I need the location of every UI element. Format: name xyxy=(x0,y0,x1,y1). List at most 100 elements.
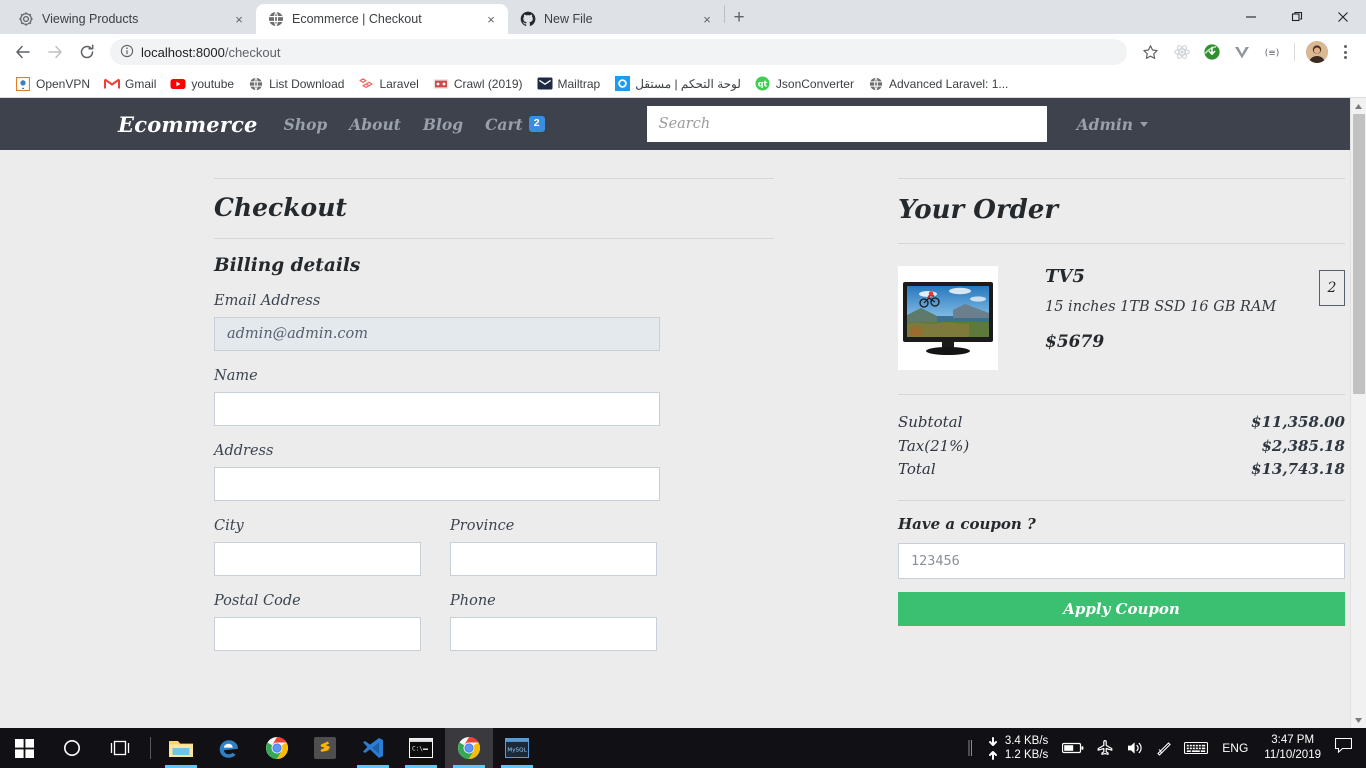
extension-icon[interactable]: (≡) xyxy=(1259,39,1285,65)
totals-row-subtotal: Subtotal $11,358.00 xyxy=(898,411,1345,435)
mysql-workbench-icon[interactable]: MySQL xyxy=(493,728,541,768)
bookmark-openvpn[interactable]: OpenVPN xyxy=(8,73,97,95)
close-icon[interactable] xyxy=(1320,0,1366,34)
city-field[interactable] xyxy=(214,542,421,576)
province-field[interactable] xyxy=(450,542,657,576)
airplane-mode-icon[interactable] xyxy=(1090,728,1120,768)
bookmark-label: لوحة التحكم | مستقل xyxy=(635,76,741,91)
browser-tab-new-file[interactable]: New File × xyxy=(508,4,724,34)
scroll-down-arrow-icon[interactable] xyxy=(1351,712,1366,728)
phone-label: Phone xyxy=(450,593,496,609)
network-speed-indicator[interactable]: 3.4 KB/s 1.2 KB/s xyxy=(979,734,1056,762)
language-indicator[interactable]: ENG xyxy=(1214,741,1256,755)
name-field[interactable] xyxy=(214,392,660,426)
minimize-icon[interactable] xyxy=(1228,0,1274,34)
nav-item-shop[interactable]: Shop xyxy=(284,115,328,134)
browser-tab-ecommerce-checkout[interactable]: Ecommerce | Checkout × xyxy=(256,4,508,34)
maximize-icon[interactable] xyxy=(1274,0,1320,34)
back-arrow-icon[interactable] xyxy=(8,37,38,67)
mailtrap-icon xyxy=(537,76,553,92)
notifications-icon[interactable] xyxy=(1329,737,1362,758)
volume-icon[interactable] xyxy=(1120,728,1150,768)
site-brand[interactable]: Ecommerce xyxy=(118,112,258,137)
scroll-up-arrow-icon[interactable] xyxy=(1351,98,1366,114)
address-bar[interactable]: localhost:8000/checkout xyxy=(110,39,1127,65)
coupon-input[interactable] xyxy=(898,542,1345,579)
tab-title: Ecommerce | Checkout xyxy=(292,12,422,26)
tab-title: New File xyxy=(544,12,593,26)
search-input[interactable] xyxy=(646,106,1047,142)
taskbar-divider xyxy=(150,737,151,759)
bookmark-crawl-2019[interactable]: Crawl (2019) xyxy=(426,73,530,95)
bookmark-youtube[interactable]: youtube xyxy=(163,73,241,95)
sublime-text-icon[interactable] xyxy=(301,728,349,768)
product-price: $5679 xyxy=(1045,332,1105,352)
reload-icon[interactable] xyxy=(72,37,102,67)
tab-close-icon[interactable]: × xyxy=(700,13,714,26)
apply-coupon-button[interactable]: Apply Coupon xyxy=(898,591,1345,626)
file-explorer-icon[interactable] xyxy=(157,728,205,768)
react-devtools-icon[interactable] xyxy=(1169,39,1195,65)
bookmark-mailtrap[interactable]: Mailtrap xyxy=(530,73,608,95)
browser-window: Viewing Products × Ecommerce | Checkout … xyxy=(0,0,1366,728)
nav-item-blog[interactable]: Blog xyxy=(423,115,463,134)
phone-field[interactable] xyxy=(450,617,657,651)
postal-code-field[interactable] xyxy=(214,617,421,651)
task-view-icon[interactable] xyxy=(96,728,144,768)
tab-close-icon[interactable]: × xyxy=(232,13,246,26)
page-info-icon[interactable] xyxy=(120,44,134,61)
google-chrome-icon[interactable] xyxy=(253,728,301,768)
cortana-search-icon[interactable] xyxy=(48,728,96,768)
bookmark-label: Advanced Laravel: 1... xyxy=(888,76,1009,91)
battery-icon[interactable] xyxy=(1056,728,1090,768)
browser-tab-viewing-products[interactable]: Viewing Products × xyxy=(6,4,256,34)
new-tab-button[interactable]: + xyxy=(725,4,753,32)
nav-item-about[interactable]: About xyxy=(349,115,401,134)
tab-close-icon[interactable]: × xyxy=(484,13,498,26)
chevron-down-icon xyxy=(1140,121,1149,127)
order-totals: Subtotal $11,358.00 Tax(21%) $2,385.18 T… xyxy=(898,395,1345,500)
province-label: Province xyxy=(450,518,515,534)
start-button[interactable] xyxy=(0,728,48,768)
star-icon[interactable] xyxy=(1135,39,1165,65)
vue-devtools-icon[interactable] xyxy=(1229,39,1255,65)
scrollbar-thumb[interactable] xyxy=(1353,114,1365,394)
url-text: localhost:8000/checkout xyxy=(141,45,281,60)
three-dot-menu-icon[interactable] xyxy=(1332,45,1358,59)
taskbar-clock[interactable]: 3:47 PM 11/10/2019 xyxy=(1256,733,1329,763)
network-arrows-icon xyxy=(987,736,999,760)
bookmark-jsonconverter[interactable]: qt JsonConverter xyxy=(748,73,861,95)
totals-value: $2,385.18 xyxy=(1261,436,1345,455)
admin-dropdown[interactable]: Admin xyxy=(1077,115,1149,134)
bookmark-mostaql[interactable]: لوحة التحكم | مستقل xyxy=(607,73,748,95)
keyboard-icon[interactable] xyxy=(1178,728,1214,768)
bookmark-gmail[interactable]: Gmail xyxy=(97,73,163,95)
idm-icon[interactable] xyxy=(1199,39,1225,65)
totals-row-total: Total $13,743.18 xyxy=(898,458,1345,482)
bookmark-laravel[interactable]: Laravel xyxy=(351,73,425,95)
command-prompt-icon[interactable]: C:\ xyxy=(397,728,445,768)
mostaql-icon xyxy=(614,76,630,92)
page-scrollbar[interactable] xyxy=(1350,98,1366,728)
email-field-group: Email Address xyxy=(214,293,774,351)
city-label: City xyxy=(214,518,244,534)
order-item-info: TV5 15 inches 1TB SSD 16 GB RAM $5679 xyxy=(1045,266,1319,352)
pen-icon[interactable] xyxy=(1150,728,1178,768)
toolbar-divider xyxy=(1294,43,1295,61)
clock-date: 11/10/2019 xyxy=(1264,749,1321,761)
nav-item-cart[interactable]: Cart 2 xyxy=(485,115,545,134)
page-viewport: Ecommerce Shop About Blog Cart 2 Search … xyxy=(0,98,1366,728)
bookmark-advanced-laravel[interactable]: Advanced Laravel: 1... xyxy=(861,73,1015,95)
address-field[interactable] xyxy=(214,467,660,501)
province-field-group: Province xyxy=(450,518,657,576)
openvpn-icon xyxy=(15,76,31,92)
microsoft-edge-icon[interactable] xyxy=(205,728,253,768)
visual-studio-code-icon[interactable] xyxy=(349,728,397,768)
bookmark-list-download[interactable]: List Download xyxy=(241,73,351,95)
forward-arrow-icon[interactable] xyxy=(40,37,70,67)
avatar[interactable] xyxy=(1306,41,1328,63)
bookmark-label: Laravel xyxy=(379,76,419,91)
svg-text:C:\: C:\ xyxy=(412,746,423,753)
google-chrome-active-icon[interactable] xyxy=(445,728,493,768)
name-label: Name xyxy=(214,368,258,384)
